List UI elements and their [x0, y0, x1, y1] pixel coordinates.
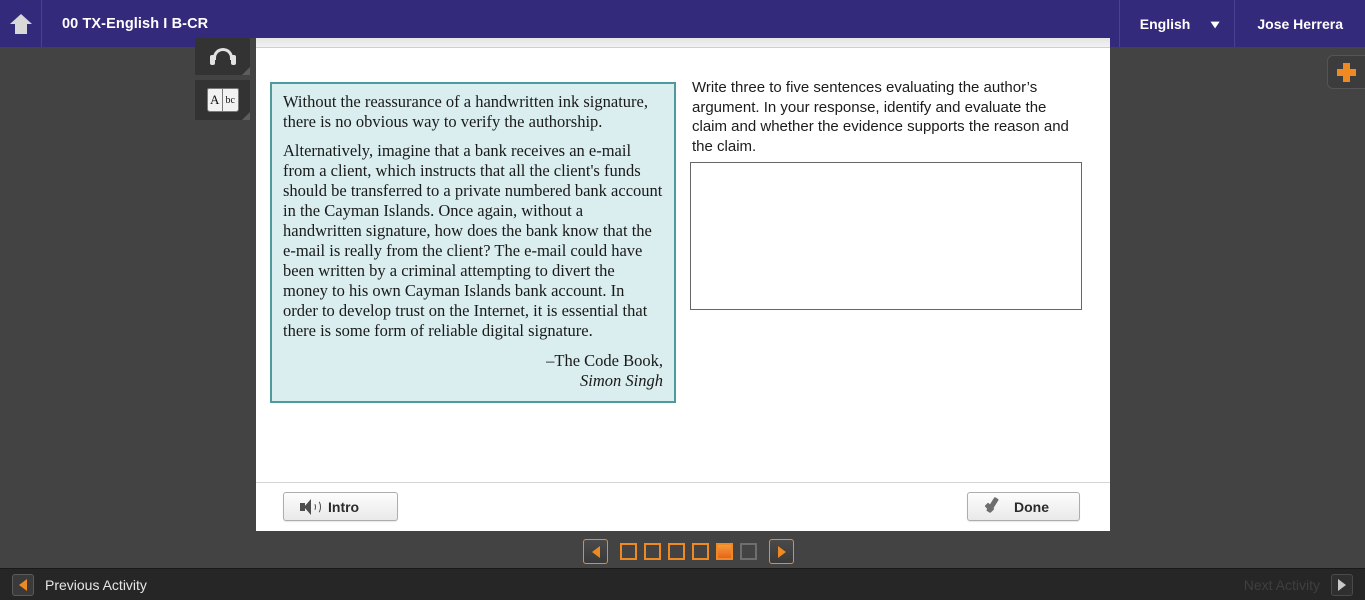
pager-page-6	[740, 543, 757, 560]
answer-textarea[interactable]	[690, 162, 1082, 310]
checkmark-icon	[984, 496, 1005, 515]
pager-page-4[interactable]	[692, 543, 709, 560]
panel-top-strip	[256, 38, 1110, 48]
previous-activity-button[interactable]: Previous Activity	[12, 573, 147, 596]
plus-icon	[1337, 62, 1356, 82]
pagination-strip	[583, 539, 794, 564]
pager-previous-button[interactable]	[583, 539, 608, 564]
passage-source: –The Code Book,	[546, 351, 663, 370]
dictionary-page-left: A	[206, 88, 222, 112]
listen-tool-button[interactable]	[195, 38, 250, 77]
speaker-icon	[300, 498, 321, 515]
dictionary-page-right: bc	[222, 88, 239, 112]
home-icon	[9, 13, 32, 34]
pager-page-5[interactable]	[716, 543, 733, 560]
passage-attribution: –The Code Book, Simon Singh	[283, 351, 663, 391]
passage-paragraph-2: Alternatively, imagine that a bank recei…	[283, 141, 663, 340]
passage-box: Without the reassurance of a handwritten…	[270, 82, 676, 403]
pager-page-2[interactable]	[644, 543, 661, 560]
dictionary-tool-button[interactable]: A bc	[195, 80, 250, 122]
pager-page-squares	[620, 543, 757, 560]
pager-page-1[interactable]	[620, 543, 637, 560]
header-right-group: English ▾ Jose Herrera	[1118, 0, 1365, 47]
passage-author: Simon Singh	[580, 371, 663, 390]
language-selector[interactable]: English ▾	[1118, 0, 1236, 47]
triangle-right-icon	[777, 545, 786, 558]
passage-paragraph-1: Without the reassurance of a handwritten…	[283, 92, 648, 131]
content-panel: Without the reassurance of a handwritten…	[256, 38, 1110, 531]
triangle-right-icon	[1338, 578, 1346, 591]
done-button[interactable]: Done	[967, 492, 1080, 521]
bottom-navigation-bar: Previous Activity Next Activity	[0, 568, 1365, 600]
tool-rail: A bc	[195, 38, 257, 568]
home-button[interactable]	[0, 0, 42, 47]
next-activity-label: Next Activity	[1243, 576, 1320, 593]
previous-activity-label: Previous Activity	[45, 576, 147, 593]
triangle-left-icon	[591, 545, 600, 558]
language-label: English	[1139, 15, 1191, 32]
triangle-left-icon	[19, 578, 27, 591]
previous-activity-icon-box	[12, 573, 34, 596]
chevron-down-icon: ▾	[1211, 16, 1220, 31]
add-panel-tab[interactable]	[1327, 55, 1365, 89]
done-button-label: Done	[1014, 498, 1049, 515]
next-activity-button: Next Activity	[1243, 573, 1353, 596]
dictionary-icon: A bc	[206, 88, 239, 112]
panel-footer: Intro Done	[256, 482, 1110, 531]
course-title: 00 TX-English I B-CR	[62, 15, 209, 32]
pager-page-3[interactable]	[668, 543, 685, 560]
pager-next-button[interactable]	[769, 539, 794, 564]
intro-button[interactable]: Intro	[283, 492, 398, 521]
panel-body: Without the reassurance of a handwritten…	[256, 48, 1110, 482]
user-account-menu[interactable]: Jose Herrera	[1235, 0, 1365, 47]
intro-button-label: Intro	[328, 498, 360, 515]
headphones-icon	[209, 48, 236, 65]
question-prompt: Write three to five sentences evaluating…	[692, 79, 1069, 155]
next-activity-icon-box	[1331, 573, 1353, 596]
